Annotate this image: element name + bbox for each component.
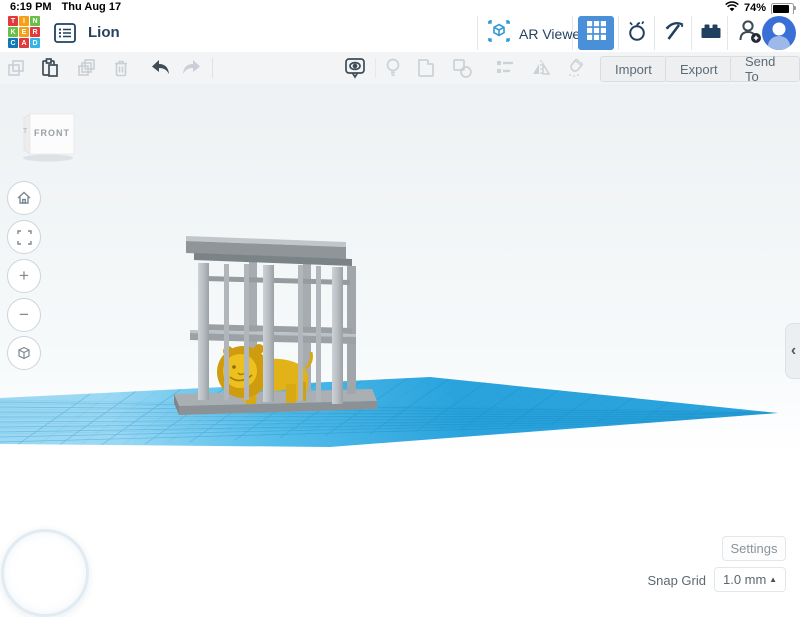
viewcube-side-face[interactable]: T: [23, 128, 27, 135]
battery-icon: [771, 3, 794, 15]
light-bulb-icon[interactable]: [381, 56, 405, 80]
tinkercad-logo[interactable]: T I N K E R C A D: [8, 16, 42, 50]
fit-view-button[interactable]: [7, 220, 41, 254]
divider: [618, 16, 619, 50]
zoom-out-button[interactable]: −: [7, 298, 41, 332]
perspective-toggle-button[interactable]: [7, 336, 41, 370]
logo-letter: R: [30, 27, 40, 37]
brick-view-button[interactable]: [694, 16, 728, 50]
grid-view-button[interactable]: [578, 16, 614, 50]
divider: [691, 16, 692, 50]
shapes-panel-toggle[interactable]: ‹: [785, 323, 800, 379]
orbit-pad[interactable]: [1, 529, 89, 617]
home-view-button[interactable]: [7, 181, 41, 215]
edit-toolbar: Import Export Send To: [0, 52, 800, 85]
scene-svg: [0, 84, 800, 600]
app-header: T I N K E R C A D Lion AR Viewer: [0, 14, 800, 53]
mirror-icon[interactable]: [529, 56, 553, 80]
divider: [727, 16, 728, 50]
divider: [212, 58, 213, 78]
delete-icon[interactable]: [109, 56, 133, 80]
zoom-in-button[interactable]: +: [7, 259, 41, 293]
copy-icon[interactable]: [4, 56, 28, 80]
logo-letter: D: [30, 38, 40, 48]
show-all-icon[interactable]: [343, 56, 367, 80]
snap-grid-value: 1.0 mm: [723, 572, 766, 587]
align-icon[interactable]: [493, 56, 517, 80]
divider: [654, 16, 655, 50]
settings-button[interactable]: Settings: [722, 536, 786, 561]
clock-date: Thu Aug 17: [62, 1, 121, 13]
clock-time: 6:19 PM: [10, 1, 52, 13]
sim-lab-icon: [624, 18, 650, 49]
workplane: [0, 324, 800, 450]
caret-up-icon: ▲: [769, 575, 777, 584]
redo-icon[interactable]: [180, 56, 204, 80]
ar-viewer-label: AR Viewer: [519, 26, 585, 42]
paste-icon[interactable]: [38, 56, 62, 80]
plus-icon: +: [19, 266, 29, 286]
chevron-left-icon: ‹: [791, 342, 796, 360]
grid-icon: [587, 21, 606, 45]
group-icon[interactable]: [414, 56, 438, 80]
logo-letter: I: [19, 16, 29, 26]
divider: [477, 16, 478, 50]
divider: [375, 58, 376, 78]
design-properties-icon[interactable]: [52, 21, 78, 45]
viewcube-front-face[interactable]: FRONT: [30, 128, 74, 138]
ar-viewer-button[interactable]: AR Viewer: [486, 18, 585, 49]
logo-letter: N: [30, 16, 40, 26]
logo-letter: E: [19, 27, 29, 37]
snap-grid-select[interactable]: 1.0 mm ▲: [714, 567, 786, 592]
minus-icon: −: [19, 305, 29, 325]
battery-percent: 74%: [744, 2, 766, 14]
view-cube[interactable]: FRONT T: [16, 100, 82, 162]
add-person-icon: [736, 17, 764, 50]
duplicate-icon[interactable]: [74, 56, 98, 80]
magnet-icon[interactable]: [563, 56, 587, 80]
3d-viewport[interactable]: FRONT T + − ‹ Settings Snap Grid 1.0 mm …: [0, 84, 800, 600]
send-to-button[interactable]: Send To: [730, 56, 800, 82]
snap-grid-label: Snap Grid: [626, 573, 706, 588]
logo-letter: K: [8, 27, 18, 37]
lego-brick-icon: [698, 18, 724, 49]
sim-lab-button[interactable]: [620, 16, 654, 50]
pickaxe-icon: [661, 18, 687, 49]
minecraft-pickaxe-button[interactable]: [657, 16, 691, 50]
export-button[interactable]: Export: [665, 56, 733, 82]
undo-icon[interactable]: [148, 56, 172, 80]
ungroup-icon[interactable]: [450, 56, 474, 80]
status-bar: 6:19 PM Thu Aug 17 74%: [0, 0, 800, 14]
divider: [572, 16, 573, 50]
wifi-icon: [725, 1, 739, 15]
avatar[interactable]: [762, 16, 796, 50]
logo-letter: A: [19, 38, 29, 48]
ar-cube-icon: [486, 18, 512, 49]
import-button[interactable]: Import: [600, 56, 667, 82]
logo-letter: C: [8, 38, 18, 48]
logo-letter: T: [8, 16, 18, 26]
design-title[interactable]: Lion: [88, 24, 120, 41]
